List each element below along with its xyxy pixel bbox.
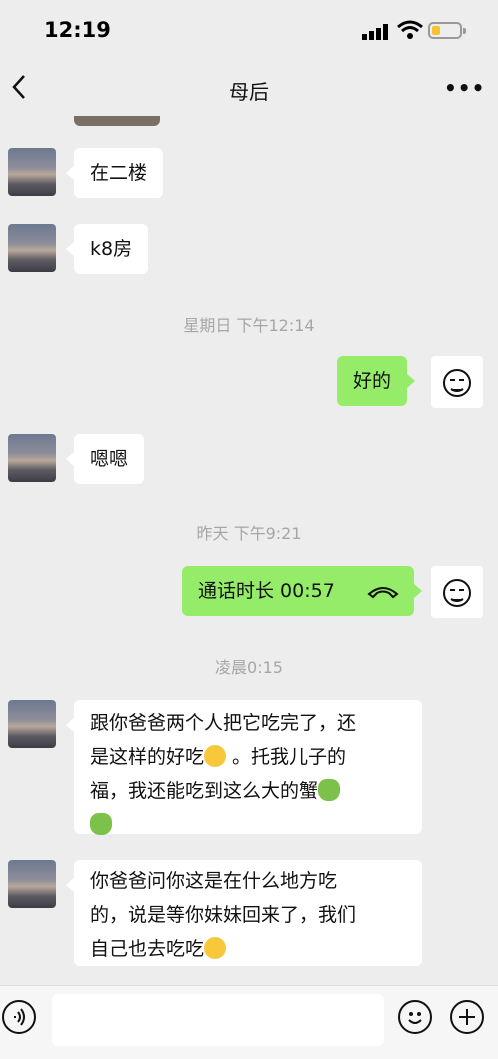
frog-emoji-icon <box>318 779 341 801</box>
message-line: 福，我还能吃到这么大的蟹 <box>90 774 406 808</box>
signal-icon <box>362 24 388 40</box>
timestamp: 凌晨0:15 <box>215 658 283 677</box>
message-line: 的，说是等你妹妹回来了，我们 <box>90 904 357 926</box>
message-bubble[interactable]: 跟你爸爸两个人把它吃完了，还 是这样的好吃 。托我儿子的 福，我还能吃到这么大的… <box>66 700 422 835</box>
self-avatar[interactable] <box>431 566 483 618</box>
chat-header: 母后 ••• <box>0 60 498 116</box>
phone-hangup-icon <box>367 587 399 599</box>
timestamp: 星期日 下午12:14 <box>183 316 315 335</box>
contact-avatar[interactable] <box>8 434 56 482</box>
voice-icon[interactable] <box>2 1000 36 1034</box>
message-line: 跟你爸爸两个人把它吃完了，还 <box>90 712 357 734</box>
frog-emoji-icon <box>90 813 112 835</box>
message-bubble[interactable]: 在二楼 <box>65 148 164 198</box>
status-bar: 12:19 <box>0 0 498 60</box>
call-record-bubble[interactable]: 通话时长 00:57 <box>182 566 422 616</box>
emoji-icon[interactable] <box>398 1000 432 1034</box>
plus-icon[interactable] <box>450 1000 484 1034</box>
status-time: 12:19 <box>44 18 111 42</box>
contact-avatar[interactable] <box>8 148 56 196</box>
battery-icon <box>428 22 466 39</box>
message-line: 你爸爸问你这是在什么地方吃 <box>90 870 338 892</box>
contact-avatar[interactable] <box>8 700 56 748</box>
message-line <box>90 808 406 842</box>
self-avatar[interactable] <box>431 356 483 408</box>
more-options-icon[interactable]: ••• <box>444 76 484 100</box>
message-line: 自己也去吃吃 <box>90 932 406 966</box>
wifi-icon <box>397 20 423 39</box>
message-bubble[interactable]: 好的 <box>337 356 416 406</box>
contact-avatar[interactable] <box>8 224 56 272</box>
input-bar <box>0 985 498 1059</box>
timestamp: 昨天 下午9:21 <box>196 524 302 543</box>
chat-title: 母后 <box>229 80 269 104</box>
yum-emoji-icon <box>204 745 227 767</box>
cartoon-face-icon <box>443 369 471 397</box>
partial-image-message[interactable] <box>74 116 160 126</box>
message-bubble[interactable]: 你爸爸问你这是在什么地方吃 的，说是等你妹妹回来了，我们 自己也去吃吃 <box>66 860 422 966</box>
message-bubble[interactable]: 嗯嗯 <box>65 434 145 484</box>
contact-avatar[interactable] <box>8 860 56 908</box>
message-bubble[interactable]: k8房 <box>65 224 149 274</box>
message-input[interactable] <box>52 994 384 1046</box>
grin-emoji-icon <box>204 937 227 959</box>
call-duration-text: 通话时长 00:57 <box>198 580 335 602</box>
cartoon-face-icon <box>443 579 471 607</box>
message-line: 是这样的好吃 。托我儿子的 <box>90 745 347 768</box>
